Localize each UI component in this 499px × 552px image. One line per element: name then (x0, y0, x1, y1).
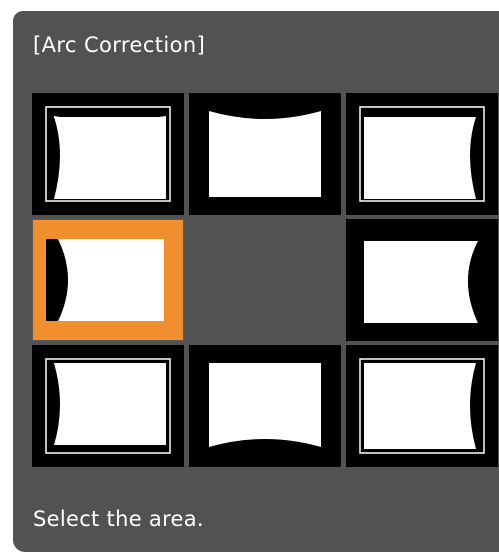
area-top-right[interactable] (346, 93, 498, 215)
area-top-center[interactable] (189, 93, 341, 215)
bottom-right-corner-warp-icon (359, 358, 485, 454)
area-middle-right[interactable] (346, 219, 498, 341)
area-bottom-left[interactable] (32, 345, 184, 467)
top-left-corner-warp-icon (45, 106, 171, 202)
arc-correction-panel: [Arc Correction] Select the area. (13, 11, 499, 552)
panel-title: [Arc Correction] (33, 33, 206, 57)
bottom-left-corner-warp-icon (45, 358, 171, 454)
area-bottom-right[interactable] (346, 345, 498, 467)
area-center-empty (189, 219, 341, 341)
bottom-center-arc-icon (209, 363, 321, 447)
middle-left-arc-icon (46, 239, 164, 321)
top-center-arc-icon (209, 111, 321, 197)
area-top-left[interactable] (32, 93, 184, 215)
area-middle-left[interactable] (32, 219, 184, 341)
area-grid (32, 93, 499, 470)
top-right-corner-warp-icon (359, 106, 485, 202)
instruction-text: Select the area. (33, 507, 204, 531)
area-bottom-center[interactable] (189, 345, 341, 467)
middle-right-arc-icon (364, 241, 486, 323)
